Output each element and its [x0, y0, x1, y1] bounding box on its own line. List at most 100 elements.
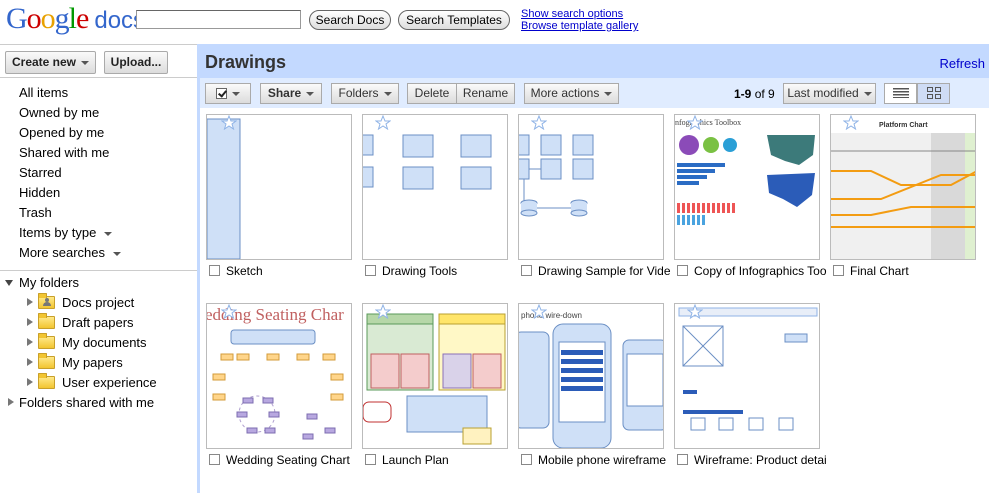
refresh-link[interactable]: Refresh	[939, 56, 985, 71]
select-checkbox[interactable]	[521, 265, 532, 277]
chevron-down-icon	[306, 91, 315, 96]
star-icon[interactable]	[221, 115, 237, 130]
sidebar: Create new Upload... All items Owned by …	[0, 44, 197, 493]
platform-chart-thumb-title: Platform Chart	[879, 122, 928, 129]
delete-button[interactable]: Delete	[407, 83, 457, 104]
select-checkbox-menu[interactable]	[205, 83, 251, 104]
more-actions-button[interactable]: More actions	[524, 83, 619, 104]
drawing-thumbnail-sketch[interactable]	[206, 114, 352, 260]
folder-icon	[38, 313, 55, 329]
star-icon[interactable]	[687, 304, 703, 319]
expand-right-icon[interactable]	[8, 398, 14, 406]
my-folders-row[interactable]: My folders	[0, 273, 197, 293]
select-checkbox[interactable]	[521, 454, 532, 466]
sidebar-item-trash[interactable]: Trash	[19, 203, 121, 223]
star-icon[interactable]	[687, 115, 703, 130]
folder-user-experience[interactable]: User experience	[0, 373, 197, 393]
sidebar-item-items-by-type[interactable]: Items by type	[19, 223, 121, 243]
shared-folder-icon	[38, 293, 55, 309]
search-docs-button[interactable]: Search Docs	[309, 10, 391, 30]
drawing-thumbnail-product-wireframe[interactable]	[674, 303, 820, 449]
infographics-thumb-title: nfographics Toolbox	[675, 118, 741, 127]
chevron-down-icon	[104, 231, 113, 236]
sidebar-divider	[0, 77, 197, 78]
expand-right-icon[interactable]	[27, 318, 33, 326]
folder-icon	[38, 353, 55, 369]
star-icon[interactable]	[531, 304, 547, 319]
folder-my-papers[interactable]: My papers	[0, 353, 197, 373]
sidebar-item-shared-with-me[interactable]: Shared with me	[19, 143, 121, 163]
mobile-wireframe-preview: phone wire-down	[519, 311, 663, 448]
drawing-thumbnail-drawing-sample[interactable]	[518, 114, 664, 260]
drawing-caption: Copy of Infographics Tool	[677, 263, 827, 279]
select-checkbox[interactable]	[365, 454, 376, 466]
folder-draft-papers[interactable]: Draft papers	[0, 313, 197, 333]
main-panel: Drawings Refresh Share Folders Delete Re…	[197, 44, 989, 493]
sidebar-nav: All items Owned by me Opened by me Share…	[19, 83, 121, 263]
select-checkbox[interactable]	[209, 454, 220, 466]
chevron-down-icon	[81, 60, 90, 65]
sort-dropdown[interactable]: Last modified	[783, 83, 876, 104]
star-icon[interactable]	[843, 115, 859, 130]
star-icon[interactable]	[531, 115, 547, 130]
star-icon[interactable]	[221, 304, 237, 319]
expand-right-icon[interactable]	[27, 298, 33, 306]
expand-right-icon[interactable]	[27, 358, 33, 366]
select-checkbox[interactable]	[209, 265, 220, 277]
folder-docs-project[interactable]: Docs project	[0, 293, 197, 313]
drawing-caption: Drawing Tools	[365, 263, 511, 279]
header-links: Show search options Browse template gall…	[521, 8, 638, 32]
drawing-caption: Wedding Seating Chart	[209, 452, 355, 468]
browse-template-gallery-link[interactable]: Browse template gallery	[521, 20, 638, 32]
sidebar-top-divider	[0, 44, 197, 45]
select-checkbox[interactable]	[677, 454, 688, 466]
search-templates-button[interactable]: Search Templates	[398, 10, 510, 30]
sidebar-item-all-items[interactable]: All items	[19, 83, 121, 103]
drawing-thumbnail-infographics[interactable]: nfographics Toolbox	[674, 114, 820, 260]
expand-right-icon[interactable]	[27, 378, 33, 386]
upload-button[interactable]: Upload...	[104, 51, 168, 74]
chevron-down-icon	[604, 91, 613, 96]
show-search-options-link[interactable]: Show search options	[521, 8, 638, 20]
infographics-preview: nfographics Toolbox	[675, 118, 815, 225]
sketch-preview	[207, 118, 241, 259]
folder-my-documents[interactable]: My documents	[0, 333, 197, 353]
sidebar-item-hidden[interactable]: Hidden	[19, 183, 121, 203]
list-view-button[interactable]	[884, 83, 917, 104]
drawing-sample-preview	[519, 134, 594, 217]
rename-button[interactable]: Rename	[456, 83, 515, 104]
create-new-button[interactable]: Create new	[5, 51, 96, 74]
expand-right-icon[interactable]	[27, 338, 33, 346]
folders-button[interactable]: Folders	[331, 83, 399, 104]
select-checkbox[interactable]	[677, 265, 688, 277]
google-docs-logo[interactable]: Google docs	[6, 2, 145, 38]
sidebar-item-opened-by-me[interactable]: Opened by me	[19, 123, 121, 143]
grid-view-button[interactable]	[917, 83, 950, 104]
drawing-thumbnail-wedding-seating[interactable]: edding Seating Char	[206, 303, 352, 449]
drawing-thumbnail-mobile-wireframe[interactable]: phone wire-down	[518, 303, 664, 449]
drawing-caption: Drawing Sample for Video	[521, 263, 671, 279]
person-icon	[43, 298, 51, 307]
drawing-tools-preview	[363, 134, 492, 190]
sidebar-divider-2	[0, 270, 197, 271]
checkbox-icon	[216, 88, 227, 100]
star-icon[interactable]	[375, 115, 391, 130]
sidebar-item-starred[interactable]: Starred	[19, 163, 121, 183]
sidebar-item-more-searches[interactable]: More searches	[19, 243, 121, 263]
chevron-down-icon	[112, 251, 121, 256]
expand-down-icon[interactable]	[5, 280, 13, 286]
sidebar-item-owned-by-me[interactable]: Owned by me	[19, 103, 121, 123]
search-input[interactable]	[136, 10, 301, 29]
drawing-thumbnail-final-chart[interactable]: Platform Chart	[830, 114, 976, 260]
folders-shared-with-me-row[interactable]: Folders shared with me	[0, 393, 197, 413]
chevron-down-icon	[863, 91, 872, 96]
share-button[interactable]: Share	[260, 83, 322, 104]
list-view-icon	[892, 88, 909, 98]
star-icon[interactable]	[375, 304, 391, 319]
select-checkbox[interactable]	[833, 265, 844, 277]
drawing-caption: Mobile phone wireframe	[521, 452, 671, 468]
item-count: 1-9 of 9	[734, 87, 775, 101]
select-checkbox[interactable]	[365, 265, 376, 277]
drawing-thumbnail-drawing-tools[interactable]	[362, 114, 508, 260]
drawing-thumbnail-launch-plan[interactable]	[362, 303, 508, 449]
